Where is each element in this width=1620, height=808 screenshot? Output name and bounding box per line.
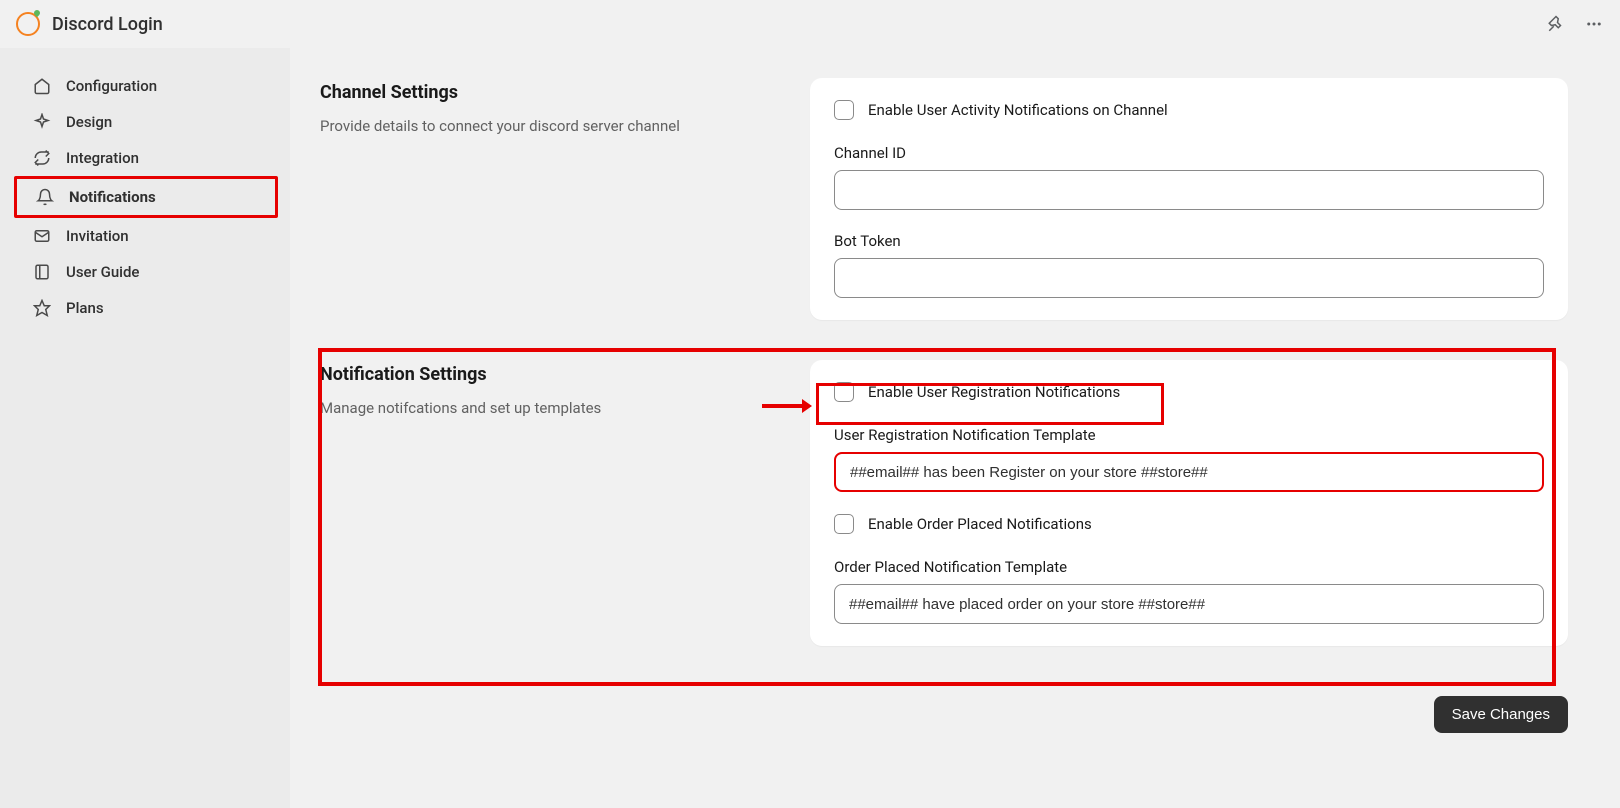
enable-registration-label: Enable User Registration Notifications [868,383,1120,401]
sidebar-item-integration[interactable]: Integration [24,140,278,176]
section-desc: Manage notifcations and set up templates [320,399,790,417]
order-template-label: Order Placed Notification Template [834,558,1544,576]
topbar: Discord Login [0,0,1620,48]
annotation-highlight-notifications: Notifications [14,176,278,218]
registration-template-label: User Registration Notification Template [834,426,1544,444]
sidebar-item-design[interactable]: Design [24,104,278,140]
bot-token-label: Bot Token [834,232,1544,250]
enable-order-row: Enable Order Placed Notifications [834,514,1544,534]
enable-activity-label: Enable User Activity Notifications on Ch… [868,101,1168,119]
channel-settings-section: Channel Settings Provide details to conn… [320,48,1568,330]
sidebar-item-plans[interactable]: Plans [24,290,278,326]
notification-settings-section: Notification Settings Manage notifcation… [320,330,1568,656]
save-changes-button[interactable]: Save Changes [1434,696,1568,733]
topbar-left: Discord Login [16,12,163,36]
channel-settings-card: Enable User Activity Notifications on Ch… [810,78,1568,320]
sidebar-item-label: Integration [66,149,139,167]
footer: Save Changes [320,656,1568,733]
pin-icon[interactable] [1546,14,1566,34]
topbar-right [1546,14,1604,34]
main-content: Channel Settings Provide details to conn… [290,48,1620,808]
enable-registration-checkbox[interactable] [834,382,854,402]
enable-activity-checkbox[interactable] [834,100,854,120]
sidebar-item-label: Notifications [69,188,156,206]
order-template-input[interactable] [834,584,1544,624]
sidebar-item-label: Configuration [66,77,157,95]
section-title: Channel Settings [320,82,790,103]
star-icon [32,298,52,318]
section-title: Notification Settings [320,364,790,385]
bell-icon [35,187,55,207]
more-icon[interactable] [1584,14,1604,34]
home-icon [32,76,52,96]
sparkle-icon [32,112,52,132]
page-title: Discord Login [52,14,163,35]
sidebar-item-label: Plans [66,299,104,317]
sidebar-item-user-guide[interactable]: User Guide [24,254,278,290]
enable-order-checkbox[interactable] [834,514,854,534]
channel-id-input[interactable] [834,170,1544,210]
notification-settings-card: Enable User Registration Notifications U… [810,360,1568,646]
sidebar-item-configuration[interactable]: Configuration [24,68,278,104]
sidebar: Configuration Design Integration Notific… [0,48,290,808]
sidebar-item-notifications[interactable]: Notifications [27,179,275,215]
sidebar-item-label: User Guide [66,263,139,281]
envelope-icon [32,226,52,246]
section-desc: Provide details to connect your discord … [320,117,790,135]
enable-order-label: Enable Order Placed Notifications [868,515,1092,533]
channel-id-label: Channel ID [834,144,1544,162]
sync-icon [32,148,52,168]
sidebar-item-label: Invitation [66,227,129,245]
app-logo-icon [16,12,40,36]
enable-registration-row: Enable User Registration Notifications [834,382,1544,402]
bot-token-input[interactable] [834,258,1544,298]
enable-activity-row: Enable User Activity Notifications on Ch… [834,100,1544,120]
sidebar-item-label: Design [66,113,112,131]
registration-template-input[interactable] [834,452,1544,492]
book-icon [32,262,52,282]
sidebar-item-invitation[interactable]: Invitation [24,218,278,254]
